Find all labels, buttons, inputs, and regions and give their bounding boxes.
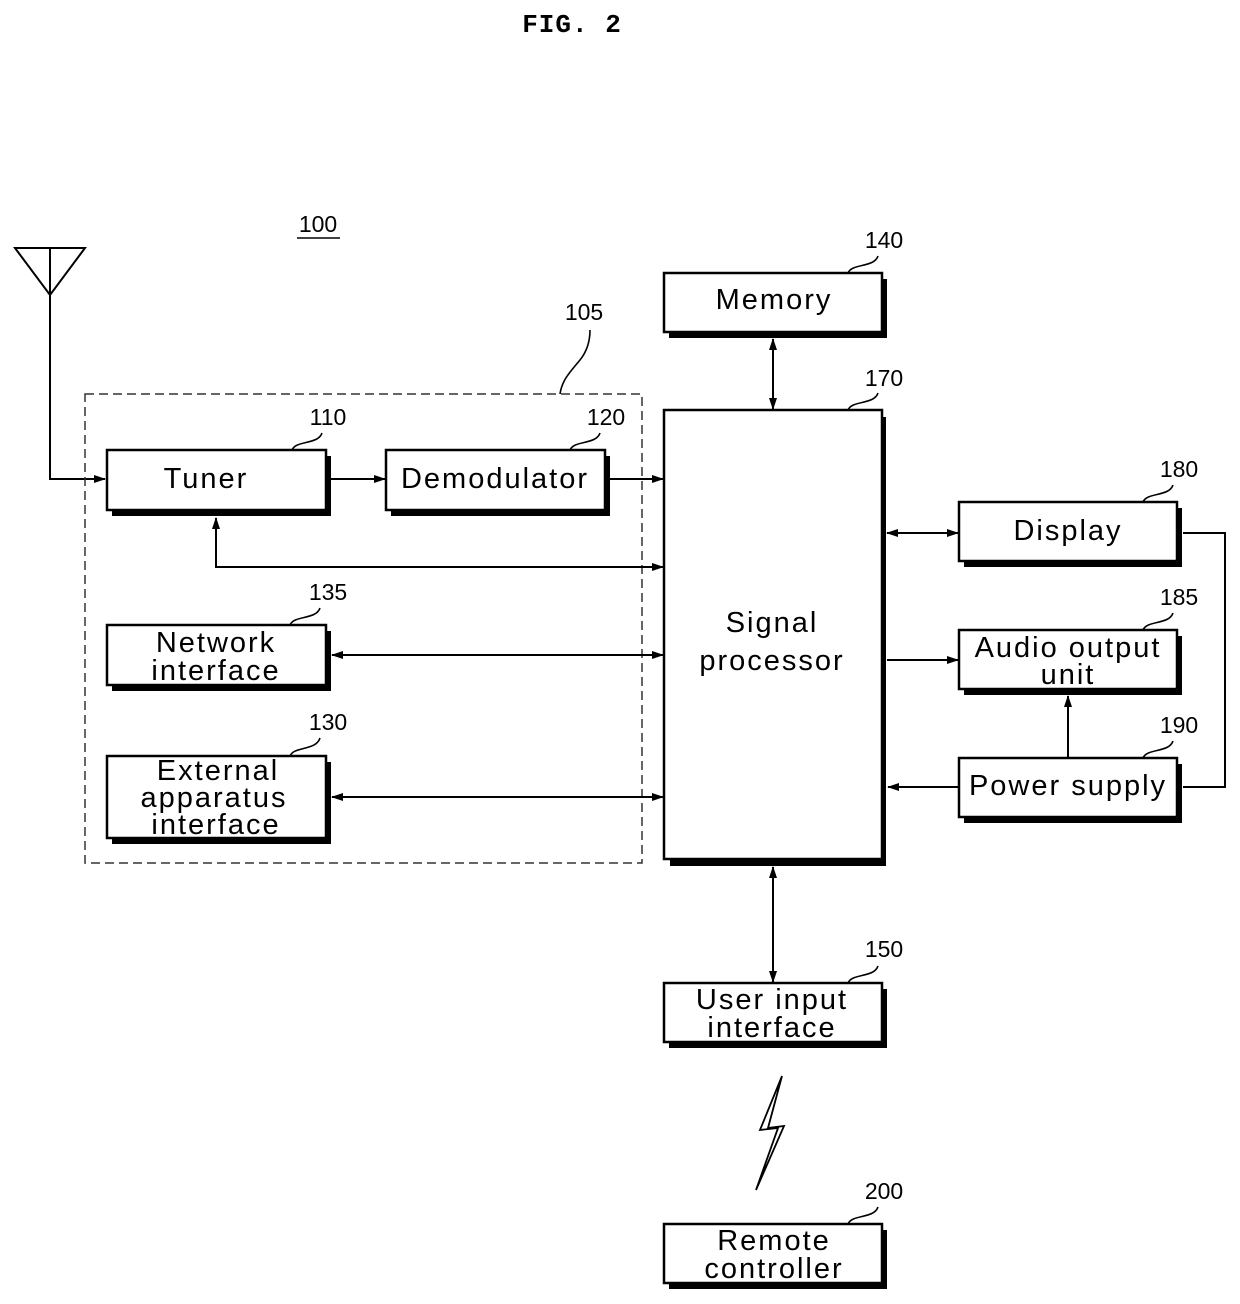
userinput-ref: 150	[865, 936, 903, 962]
demodulator-ref: 120	[587, 404, 625, 430]
memory-label: Memory	[716, 284, 833, 316]
demodulator-label: Demodulator	[401, 463, 589, 495]
remote-controller-block: Remote controller 200	[662, 1178, 903, 1289]
figure-title: FIG. 2	[522, 10, 622, 40]
audio-output-block: Audio output unit 185	[957, 584, 1198, 695]
signal-processor-block: Signal processor 170	[662, 365, 903, 866]
remote-label-line2: controller	[704, 1253, 843, 1285]
processor-label-line1: Signal	[726, 607, 819, 639]
memory-ref: 140	[865, 227, 903, 253]
antenna-icon	[13, 247, 87, 297]
antenna-to-tuner-line	[49, 295, 106, 483]
power-display-line	[1183, 532, 1226, 788]
user-input-block: User input interface 150	[662, 936, 903, 1048]
group-ref: 105	[565, 299, 603, 325]
remote-ref: 200	[865, 1178, 903, 1204]
tuner-ref: 110	[310, 404, 347, 430]
processor-tuner-control-line	[212, 517, 664, 571]
display-block: Display 180	[957, 456, 1198, 567]
memory-block: Memory 140	[662, 227, 903, 338]
processor-ref: 170	[865, 365, 903, 391]
network-ref: 135	[309, 579, 347, 605]
device-ref: 100	[299, 211, 337, 237]
audio-label-line2: unit	[1041, 659, 1096, 691]
group-leader	[559, 329, 591, 395]
power-ref: 190	[1160, 712, 1198, 738]
wireless-link-icon	[755, 1075, 786, 1191]
network-interface-block: Network interface 135	[105, 579, 347, 691]
tuner-block: Tuner 110	[105, 404, 347, 516]
display-ref: 180	[1160, 456, 1198, 482]
processor-label-line2: processor	[699, 645, 844, 677]
external-ref: 130	[309, 709, 347, 735]
external-apparatus-block: External apparatus interface 130	[105, 709, 347, 844]
power-label: Power supply	[969, 770, 1167, 802]
power-supply-block: Power supply 190	[957, 712, 1198, 823]
display-label: Display	[1013, 515, 1122, 547]
audio-ref: 185	[1160, 584, 1198, 610]
network-label-line2: interface	[151, 655, 280, 687]
tuner-label: Tuner	[164, 463, 249, 495]
external-label-line3: interface	[151, 809, 280, 841]
block-diagram: FIG. 2 100 105 Tuner 110 Demodulator 120…	[13, 10, 1226, 1289]
demodulator-block: Demodulator 120	[384, 404, 625, 516]
userinput-label-line2: interface	[707, 1012, 836, 1044]
